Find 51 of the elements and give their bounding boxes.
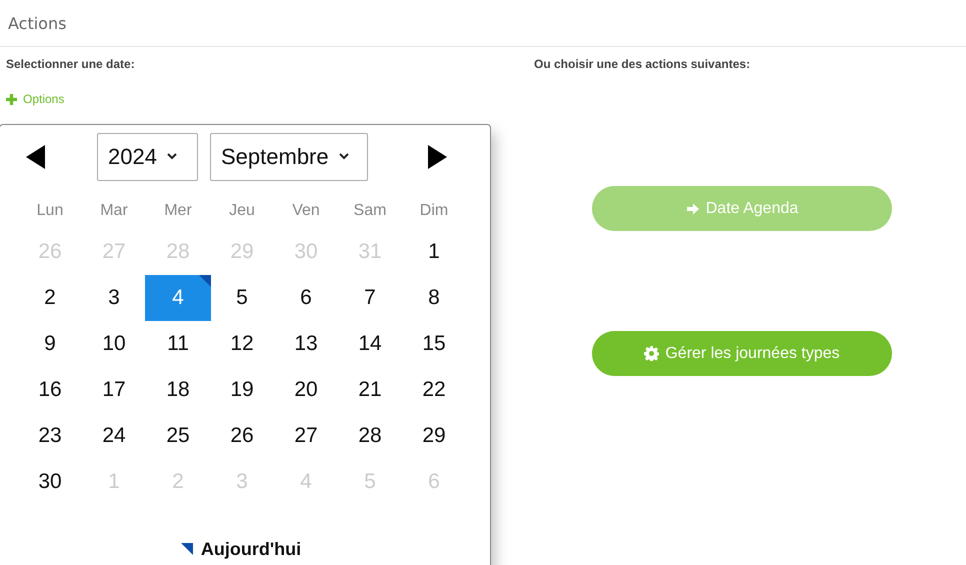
year-select[interactable]: 2024 (97, 132, 198, 180)
arrow-icon (686, 202, 700, 216)
calendar-day[interactable]: 23 (18, 412, 82, 458)
calendar-day[interactable]: 28 (338, 412, 402, 458)
calendar-day[interactable]: 30 (18, 458, 82, 504)
calendar-day[interactable]: 14 (338, 320, 402, 366)
calendar-day[interactable]: 21 (338, 366, 402, 412)
calendar-day[interactable]: 11 (146, 320, 210, 366)
calendar-day[interactable]: 5 (210, 274, 274, 320)
month-select[interactable]: Septembre (210, 132, 368, 180)
weekday-header: Jeu (228, 200, 256, 220)
calendar-day[interactable]: 10 (82, 320, 146, 366)
gear-icon (644, 346, 660, 361)
weekday-header: Sam (352, 200, 388, 220)
calendar-day[interactable]: 6 (274, 274, 338, 320)
section-label: Ou choisir une des actions suivantes: (534, 57, 752, 71)
calendar-day[interactable]: 19 (210, 366, 274, 412)
panel-title: Actions (8, 14, 66, 32)
plus-icon (6, 94, 17, 104)
calendar-day[interactable]: 18 (146, 366, 210, 412)
calendar-day[interactable]: 4 (145, 274, 211, 320)
calendar-day[interactable]: 17 (82, 366, 146, 412)
weekday-header: Mar (99, 200, 129, 220)
calendar-day[interactable]: 27 (274, 412, 338, 458)
calendar-day[interactable]: 29 (402, 412, 466, 458)
caret-icon (166, 153, 177, 160)
calendar-day[interactable]: 15 (402, 320, 466, 366)
weekday-header: Lun (36, 200, 64, 220)
calendar-day[interactable]: 16 (18, 366, 82, 412)
calendar-day[interactable]: 8 (402, 274, 466, 320)
calendar-day[interactable]: 13 (274, 320, 338, 366)
calendar-day[interactable]: 9 (18, 320, 82, 366)
previous-month-icon[interactable] (26, 144, 45, 168)
legend-label: Aujourd'hui (200, 538, 302, 558)
calendar-day[interactable]: 7 (338, 274, 402, 320)
section-label: Selectionner une date: (6, 57, 136, 71)
caret-icon (338, 153, 349, 160)
calendar-day[interactable]: 25 (146, 412, 210, 458)
calendar-day[interactable]: 2 (18, 274, 82, 320)
calendar-day[interactable]: 20 (274, 366, 338, 412)
weekday-header: Mer (163, 200, 193, 220)
calendar-day[interactable]: 12 (210, 320, 274, 366)
weekday-header: Dim (418, 200, 450, 220)
calendar-day[interactable]: 3 (82, 274, 146, 320)
calendar-day[interactable]: 24 (82, 412, 146, 458)
calendar-day[interactable]: 1 (402, 228, 466, 274)
next-month-icon[interactable] (428, 144, 447, 168)
calendar-day[interactable]: 22 (402, 366, 466, 412)
today-marker-icon (180, 542, 193, 554)
calendar-day[interactable]: 26 (210, 412, 274, 458)
weekday-header: Ven (291, 200, 321, 220)
